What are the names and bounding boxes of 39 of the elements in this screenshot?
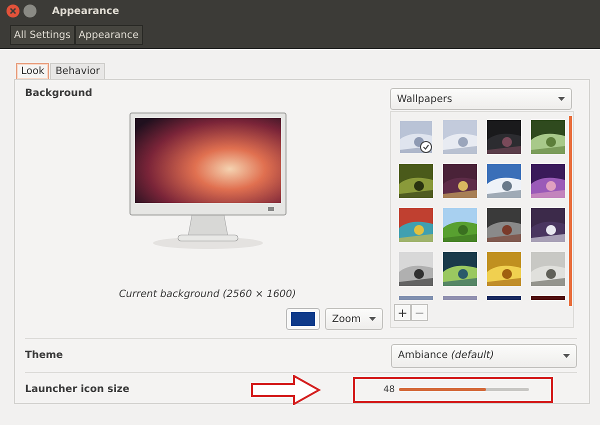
scrollbar[interactable] (569, 116, 572, 306)
setting-label: Launcher icon size (25, 384, 130, 395)
wallpaper-thumbnail[interactable] (487, 164, 521, 198)
theme-dropdown[interactable]: Ambiance (default) (391, 344, 577, 368)
section-heading: Background (25, 88, 92, 99)
setting-label: Theme (25, 350, 63, 361)
breadcrumb-button[interactable]: Appearance (74, 25, 143, 45)
wallpaper-thumbnail[interactable] (399, 252, 433, 286)
breadcrumb-button[interactable]: All Settings (10, 25, 75, 45)
wallpaper-thumbnail[interactable] (443, 252, 477, 286)
wallpaper-thumbnail[interactable] (487, 252, 521, 286)
placement-dropdown[interactable]: Zoom (325, 308, 383, 330)
wallpaper-thumbnail[interactable] (531, 120, 565, 154)
window-title: Appearance (52, 6, 120, 16)
background-caption: Current background (2560 × 1600) (118, 289, 296, 300)
wallpaper-thumbnail[interactable] (399, 164, 433, 198)
color-picker-button[interactable] (286, 308, 320, 330)
wallpaper-thumbnail[interactable] (487, 120, 521, 154)
close-icon[interactable] (6, 4, 20, 18)
wallpaper-thumbnail[interactable] (531, 208, 565, 242)
wallpaper-thumbnail[interactable] (443, 120, 477, 154)
slider-reading: 48 (383, 384, 395, 394)
wallpaper-thumbnail[interactable] (487, 208, 521, 242)
wallpaper-thumbnail[interactable] (399, 120, 433, 154)
add-button[interactable]: + (394, 304, 411, 321)
icon-size-slider[interactable] (398, 388, 529, 391)
caret-icon (563, 354, 570, 358)
annotation-arrow (251, 374, 322, 404)
wallpaper-thumbnail[interactable] (531, 252, 565, 286)
caret-icon (558, 97, 565, 101)
wallpaper-thumbnail[interactable] (531, 164, 565, 198)
minimize-icon[interactable] (23, 4, 37, 18)
tab[interactable]: Behavior (50, 63, 105, 79)
source-dropdown[interactable]: Wallpapers (390, 88, 572, 110)
caret-icon (369, 317, 376, 321)
wallpaper-thumbnail[interactable] (443, 208, 477, 242)
tab[interactable]: Look (16, 63, 50, 79)
wallpaper-thumbnail[interactable] (443, 164, 477, 198)
wallpaper-thumbnail[interactable] (399, 208, 433, 242)
